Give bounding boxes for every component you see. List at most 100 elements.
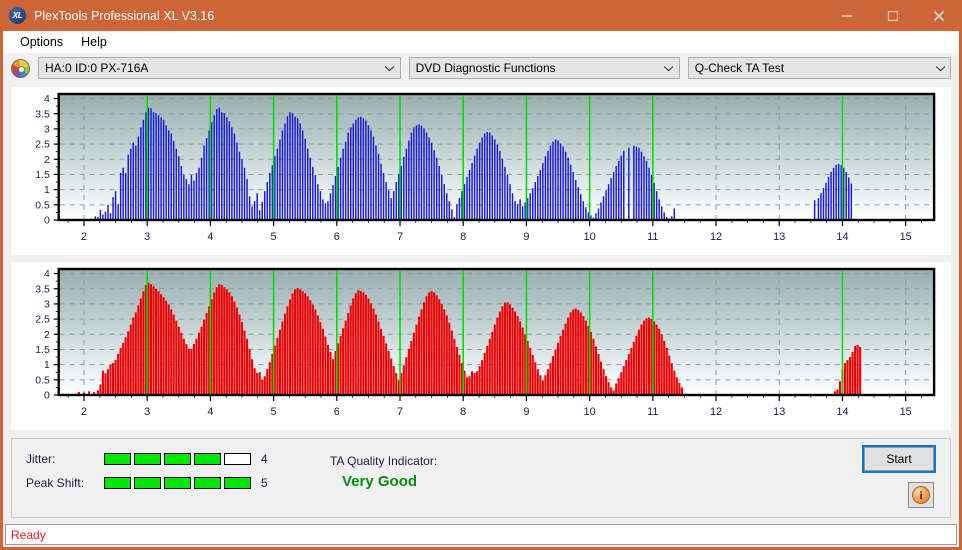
svg-text:4: 4 (207, 231, 213, 243)
function-select-value: DVD Diagnostic Functions (415, 61, 556, 75)
svg-text:8: 8 (460, 231, 466, 243)
svg-text:12: 12 (710, 231, 722, 243)
svg-text:2.5: 2.5 (35, 315, 50, 326)
ta-quality-label: TA Quality Indicator: (330, 454, 438, 468)
minimize-icon[interactable] (824, 0, 870, 31)
svg-text:3: 3 (44, 299, 50, 310)
title-bar: XL PlexTools Professional XL V3.16 (0, 0, 962, 31)
peak-shift-label: Peak Shift: (26, 476, 85, 490)
svg-text:10: 10 (584, 406, 596, 418)
ta-quality-value: Very Good (342, 473, 418, 490)
start-button[interactable]: Start (862, 445, 936, 473)
menu-bar: Options Help (3, 31, 959, 53)
close-icon[interactable] (916, 0, 962, 31)
status-bar: Ready (5, 524, 957, 545)
results-panel: Jitter: 4 Peak Shift: 5 TA Quality Indic… (11, 438, 951, 518)
svg-text:3: 3 (44, 124, 50, 135)
svg-text:4: 4 (44, 94, 50, 105)
svg-text:3.5: 3.5 (35, 109, 50, 120)
gauge-segment (194, 477, 221, 489)
svg-text:4: 4 (207, 406, 213, 418)
peak-shift-bar-gauge (104, 477, 251, 489)
peak-shift-row: Peak Shift: 5 (26, 476, 268, 490)
svg-text:5: 5 (271, 231, 277, 243)
svg-text:2: 2 (81, 231, 87, 243)
status-text: Ready (11, 527, 46, 542)
gauge-segment (104, 453, 131, 465)
gauge-segment (134, 477, 161, 489)
gauge-segment (224, 477, 251, 489)
svg-text:13: 13 (773, 231, 785, 243)
maximize-icon[interactable] (870, 0, 916, 31)
svg-text:1.5: 1.5 (35, 170, 50, 181)
svg-text:9: 9 (523, 231, 529, 243)
gauge-segment (164, 453, 191, 465)
gauge-segment (224, 453, 251, 465)
svg-text:14: 14 (836, 231, 848, 243)
peak-shift-chart: 0 0.5 1 1.5 2 2.5 3 3.5 4 2 3 4 5 6 7 8 9 10 11 12 13 14 15 (12, 263, 950, 429)
svg-text:2: 2 (44, 330, 50, 341)
test-select[interactable]: Q-Check TA Test (687, 57, 951, 79)
svg-text:3: 3 (144, 231, 150, 243)
gauge-segment (134, 453, 161, 465)
svg-text:1.5: 1.5 (35, 345, 50, 356)
info-button[interactable]: i (908, 482, 934, 508)
chevron-down-icon (380, 65, 400, 72)
svg-text:7: 7 (397, 406, 403, 418)
svg-text:14: 14 (836, 406, 848, 418)
svg-text:11: 11 (647, 406, 658, 418)
window-title: PlexTools Professional XL V3.16 (34, 8, 215, 23)
svg-text:6: 6 (334, 231, 340, 243)
svg-text:0.5: 0.5 (35, 375, 50, 386)
jitter-label: Jitter: (26, 452, 56, 466)
svg-text:5: 5 (271, 406, 277, 418)
jitter-chart: 0 0.5 1 1.5 2 2.5 3 3.5 4 2 3 4 5 6 7 8 9 10 11 12 13 14 15 (12, 88, 950, 254)
peak-shift-value: 5 (261, 476, 268, 490)
test-select-value: Q-Check TA Test (694, 61, 785, 75)
jitter-chart-plot: 0 0.5 1 1.5 2 2.5 3 3.5 4 2 3 4 5 6 7 8 9 10 11 12 13 14 15 (12, 88, 950, 254)
jitter-value: 4 (261, 452, 268, 466)
svg-text:4: 4 (44, 269, 50, 280)
peak-shift-chart-panel: 0 0.5 1 1.5 2 2.5 3 3.5 4 2 3 4 5 6 7 8 9 10 11 12 13 14 15 (11, 262, 951, 430)
selector-bar: HA:0 ID:0 PX-716A DVD Diagnostic Functio… (3, 53, 959, 83)
disc-icon (11, 58, 30, 78)
drive-select-value: HA:0 ID:0 PX-716A (45, 61, 149, 75)
svg-text:0: 0 (44, 391, 50, 402)
svg-text:2: 2 (44, 155, 50, 166)
window-controls (824, 0, 962, 31)
svg-text:15: 15 (900, 406, 912, 418)
svg-text:2: 2 (81, 406, 87, 418)
menu-item-help[interactable]: Help (72, 33, 116, 51)
gauge-segment (194, 453, 221, 465)
xl-logo-icon: XL (9, 7, 26, 24)
svg-text:15: 15 (900, 231, 912, 243)
svg-text:3.5: 3.5 (35, 284, 50, 295)
svg-text:2.5: 2.5 (35, 140, 50, 151)
chevron-down-icon (659, 65, 679, 72)
svg-text:10: 10 (584, 231, 596, 243)
svg-text:1: 1 (44, 360, 50, 371)
drive-select[interactable]: HA:0 ID:0 PX-716A (38, 57, 401, 79)
svg-text:7: 7 (397, 231, 403, 243)
gauge-segment (164, 477, 191, 489)
function-select[interactable]: DVD Diagnostic Functions (408, 57, 680, 79)
chevron-down-icon (930, 65, 950, 72)
svg-text:8: 8 (460, 406, 466, 418)
jitter-row: Jitter: 4 (26, 452, 268, 466)
application-window: XL PlexTools Professional XL V3.16 Optio… (0, 0, 962, 550)
svg-text:13: 13 (773, 406, 785, 418)
svg-text:1: 1 (44, 185, 50, 196)
svg-text:0: 0 (44, 216, 50, 227)
peak-shift-chart-plot: 0 0.5 1 1.5 2 2.5 3 3.5 4 2 3 4 5 6 7 8 9 10 11 12 13 14 15 (12, 263, 950, 429)
svg-text:9: 9 (523, 406, 529, 418)
info-icon: i (912, 486, 930, 504)
svg-text:11: 11 (647, 231, 658, 243)
svg-text:3: 3 (144, 406, 150, 418)
svg-text:0.5: 0.5 (35, 200, 50, 211)
jitter-bar-gauge (104, 453, 251, 465)
gauge-segment (104, 477, 131, 489)
svg-text:6: 6 (334, 406, 340, 418)
menu-item-options[interactable]: Options (11, 33, 72, 51)
charts-area: 0 0.5 1 1.5 2 2.5 3 3.5 4 2 3 4 5 6 7 8 9 10 11 12 13 14 15 00… (3, 83, 959, 430)
svg-text:12: 12 (710, 406, 722, 418)
